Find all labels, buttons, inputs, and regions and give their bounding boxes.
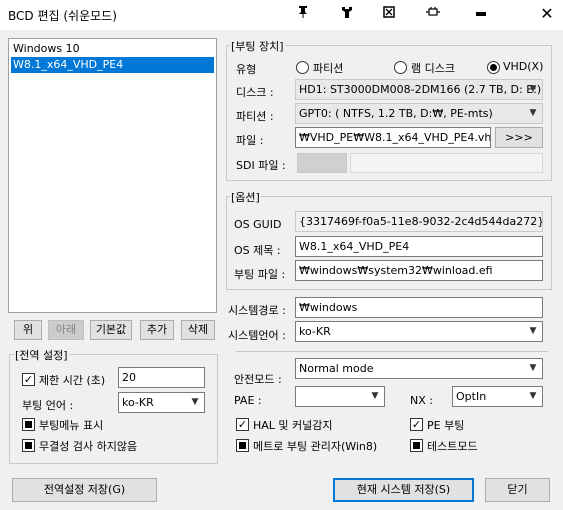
boot-language-value: ko-KR <box>122 396 154 409</box>
timeout-input[interactable]: 20 <box>118 367 205 388</box>
pe-boot-checkbox[interactable]: ✓ <box>410 418 423 431</box>
window-title: BCD 편집 (쉬운모드) <box>8 9 117 23</box>
boot-language-select[interactable]: ko-KR ▼ <box>118 392 205 413</box>
divider <box>236 351 548 352</box>
file-input[interactable]: ₩VHD_PE₩W8.1_x64_VHD_PE4.vhd <box>295 127 491 148</box>
system-language-value: ko-KR <box>299 325 331 338</box>
move-up-button[interactable]: 위 <box>14 320 42 340</box>
partition-value: GPT0: ( NTFS, 1.2 TB, D:₩, PE-mts) <box>299 107 493 120</box>
pin-icon[interactable] <box>296 6 310 20</box>
type-label: 유형 <box>236 63 257 76</box>
chevron-down-icon: ▼ <box>529 391 537 401</box>
system-language-label: 시스템언어 : <box>228 329 286 342</box>
os-title-label: OS 제목 : <box>234 244 281 257</box>
chevron-down-icon: ▼ <box>529 108 537 118</box>
set-default-button[interactable]: 기본값 <box>90 320 132 340</box>
plugin-icon[interactable] <box>426 6 440 20</box>
metro-boot-checkbox[interactable] <box>236 439 249 452</box>
tool-icon[interactable] <box>340 6 354 20</box>
disk-select[interactable]: HD1: ST3000DM008-2DM166 (2.7 TB, D: E:) … <box>295 79 543 100</box>
options-title: [옵션] <box>230 189 261 205</box>
minimize-icon[interactable] <box>474 6 488 20</box>
system-language-select[interactable]: ko-KR ▼ <box>295 321 543 342</box>
file-label: 파일 : <box>236 134 264 147</box>
partition-select[interactable]: GPT0: ( NTFS, 1.2 TB, D:₩, PE-mts) ▼ <box>295 103 543 124</box>
screenshot-icon[interactable] <box>382 6 396 20</box>
type-partition-label: 파티션 <box>313 62 344 75</box>
chevron-down-icon: ▼ <box>529 363 537 373</box>
show-boot-menu-label: 부팅메뉴 표시 <box>39 419 104 432</box>
move-down-button[interactable]: 아래 <box>48 320 84 340</box>
type-ramdisk-radio[interactable] <box>394 61 407 74</box>
pae-select[interactable]: ▼ <box>295 386 385 407</box>
test-mode-label: 테스트모드 <box>427 440 478 453</box>
test-mode-checkbox[interactable] <box>410 439 423 452</box>
safe-mode-select[interactable]: Normal mode ▼ <box>295 358 543 379</box>
close-button[interactable]: 닫기 <box>485 478 550 502</box>
pae-label: PAE : <box>234 394 262 407</box>
type-vhd-radio[interactable] <box>487 61 500 74</box>
hal-detect-checkbox[interactable]: ✓ <box>236 418 249 431</box>
close-icon[interactable]: ✕ <box>537 4 557 24</box>
type-ramdisk-label: 램 디스크 <box>411 62 455 75</box>
chevron-down-icon: ▼ <box>371 391 379 401</box>
no-integrity-check-checkbox[interactable] <box>22 439 35 452</box>
list-item-selected[interactable]: W8.1_x64_VHD_PE4 <box>11 57 214 73</box>
add-entry-button[interactable]: 추가 <box>140 320 174 340</box>
list-item[interactable]: Windows 10 <box>11 41 214 57</box>
boot-entry-list[interactable]: Windows 10 W8.1_x64_VHD_PE4 <box>8 38 217 313</box>
partition-label: 파티션 : <box>236 110 274 123</box>
sdi-file-label: SDI 파일 : <box>236 159 286 172</box>
boot-language-label: 부팅 언어 : <box>22 399 74 412</box>
pe-boot-label: PE 부팅 <box>427 419 465 432</box>
chevron-down-icon: ▼ <box>191 397 199 407</box>
chevron-down-icon: ▼ <box>529 84 537 94</box>
system-path-input[interactable]: ₩windows <box>295 297 543 318</box>
show-boot-menu-checkbox[interactable] <box>22 418 35 431</box>
browse-button[interactable]: >>> <box>495 127 543 148</box>
boot-device-title: [부팅 장치] <box>230 38 285 54</box>
nx-label: NX : <box>410 394 433 407</box>
timeout-checkbox[interactable]: ✓ <box>22 373 35 386</box>
type-vhd-label: VHD(X) <box>503 60 544 73</box>
sdi-file-field <box>350 153 543 173</box>
save-current-system-button[interactable]: 현재 시스템 저장(S) <box>333 478 474 502</box>
disk-value: HD1: ST3000DM008-2DM166 (2.7 TB, D: E:) <box>299 83 542 96</box>
os-title-input[interactable]: W8.1_x64_VHD_PE4 <box>295 236 543 257</box>
timeout-label: 제한 시간 (초) <box>39 374 106 387</box>
safe-mode-label: 안전모드 : <box>234 373 282 386</box>
os-guid-label: OS GUID <box>234 218 282 231</box>
sdi-partition-field <box>297 153 347 173</box>
metro-boot-label: 메트로 부팅 관리자(Win8) <box>253 440 378 453</box>
chevron-down-icon: ▼ <box>529 326 537 336</box>
nx-select[interactable]: OptIn ▼ <box>452 386 543 407</box>
delete-entry-button[interactable]: 삭제 <box>181 320 215 340</box>
safe-mode-value: Normal mode <box>299 362 374 375</box>
os-guid-field: {3317469f-f0a5-11e8-9032-2c4d544da272} <box>295 211 543 232</box>
type-partition-radio[interactable] <box>296 61 309 74</box>
hal-detect-label: HAL 및 커널감지 <box>253 419 333 432</box>
save-global-button[interactable]: 전역설정 저장(G) <box>12 478 157 502</box>
disk-label: 디스크 : <box>236 86 274 99</box>
boot-file-label: 부팅 파일 : <box>234 268 286 281</box>
nx-value: OptIn <box>456 390 487 403</box>
boot-file-input[interactable]: ₩windows₩system32₩winload.efi <box>295 260 543 281</box>
global-settings-title: [전역 설정] <box>14 347 69 363</box>
no-integrity-check-label: 무결성 검사 하지않음 <box>39 440 138 453</box>
system-path-label: 시스템경로 : <box>228 304 286 317</box>
